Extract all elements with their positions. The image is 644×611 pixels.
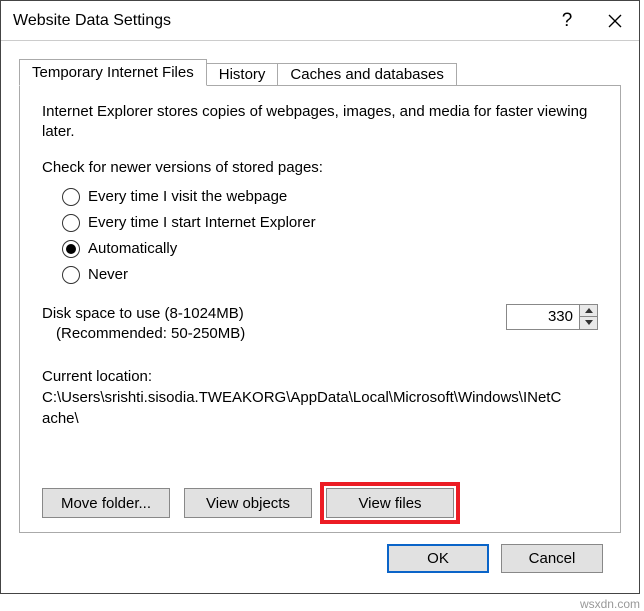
spinner-buttons bbox=[579, 305, 597, 329]
close-button[interactable] bbox=[591, 1, 639, 41]
radio-icon bbox=[62, 214, 80, 232]
spinner-down-button[interactable] bbox=[580, 317, 597, 329]
disk-space-spinner bbox=[506, 304, 598, 330]
tabpanel-temporary-internet-files: Internet Explorer stores copies of webpa… bbox=[19, 85, 621, 533]
tab-history[interactable]: History bbox=[206, 63, 279, 85]
dialog-title: Website Data Settings bbox=[13, 12, 543, 30]
current-location-block: Current location: C:\Users\srishti.sisod… bbox=[42, 366, 602, 429]
disk-space-input[interactable] bbox=[507, 305, 579, 329]
radio-label: Automatically bbox=[88, 240, 177, 257]
disk-space-row: Disk space to use (8-1024MB) (Recommende… bbox=[42, 304, 602, 345]
website-data-settings-dialog: Website Data Settings ? Temporary Intern… bbox=[0, 0, 640, 594]
radio-label: Never bbox=[88, 266, 128, 283]
current-location-path: C:\Users\srishti.sisodia.TWEAKORG\AppDat… bbox=[42, 387, 562, 429]
radio-automatically[interactable]: Automatically bbox=[62, 240, 602, 258]
radio-icon bbox=[62, 240, 80, 258]
radio-every-visit[interactable]: Every time I visit the webpage bbox=[62, 188, 602, 206]
current-location-label: Current location: bbox=[42, 366, 602, 387]
tabstrip: Temporary Internet Files History Caches … bbox=[19, 55, 621, 85]
dialog-footer: OK Cancel bbox=[19, 533, 621, 583]
check-versions-radio-group: Every time I visit the webpage Every tim… bbox=[42, 188, 602, 284]
view-objects-button[interactable]: View objects bbox=[184, 488, 312, 518]
radio-label: Every time I start Internet Explorer bbox=[88, 214, 316, 231]
disk-space-label: Disk space to use (8-1024MB) bbox=[42, 304, 245, 324]
help-button[interactable]: ? bbox=[543, 1, 591, 41]
chevron-up-icon bbox=[585, 308, 593, 313]
disk-space-recommended: (Recommended: 50-250MB) bbox=[42, 324, 245, 344]
description-text: Internet Explorer stores copies of webpa… bbox=[42, 102, 602, 143]
tab-temporary-internet-files[interactable]: Temporary Internet Files bbox=[19, 59, 207, 86]
disk-space-labels: Disk space to use (8-1024MB) (Recommende… bbox=[42, 304, 245, 345]
check-versions-label: Check for newer versions of stored pages… bbox=[42, 159, 602, 176]
chevron-down-icon bbox=[585, 320, 593, 325]
radio-icon bbox=[62, 188, 80, 206]
radio-label: Every time I visit the webpage bbox=[88, 188, 287, 205]
radio-dot-icon bbox=[66, 244, 76, 254]
panel-button-row: Move folder... View objects View files bbox=[42, 470, 602, 518]
watermark: wsxdn.com bbox=[580, 597, 640, 611]
radio-icon bbox=[62, 266, 80, 284]
view-files-button[interactable]: View files bbox=[326, 488, 454, 518]
close-icon bbox=[608, 14, 622, 28]
dialog-content: Temporary Internet Files History Caches … bbox=[1, 41, 639, 593]
ok-button[interactable]: OK bbox=[387, 544, 489, 573]
move-folder-button[interactable]: Move folder... bbox=[42, 488, 170, 518]
spinner-up-button[interactable] bbox=[580, 305, 597, 318]
radio-every-start[interactable]: Every time I start Internet Explorer bbox=[62, 214, 602, 232]
titlebar: Website Data Settings ? bbox=[1, 1, 639, 41]
cancel-button[interactable]: Cancel bbox=[501, 544, 603, 573]
radio-never[interactable]: Never bbox=[62, 266, 602, 284]
tab-caches-and-databases[interactable]: Caches and databases bbox=[277, 63, 456, 85]
